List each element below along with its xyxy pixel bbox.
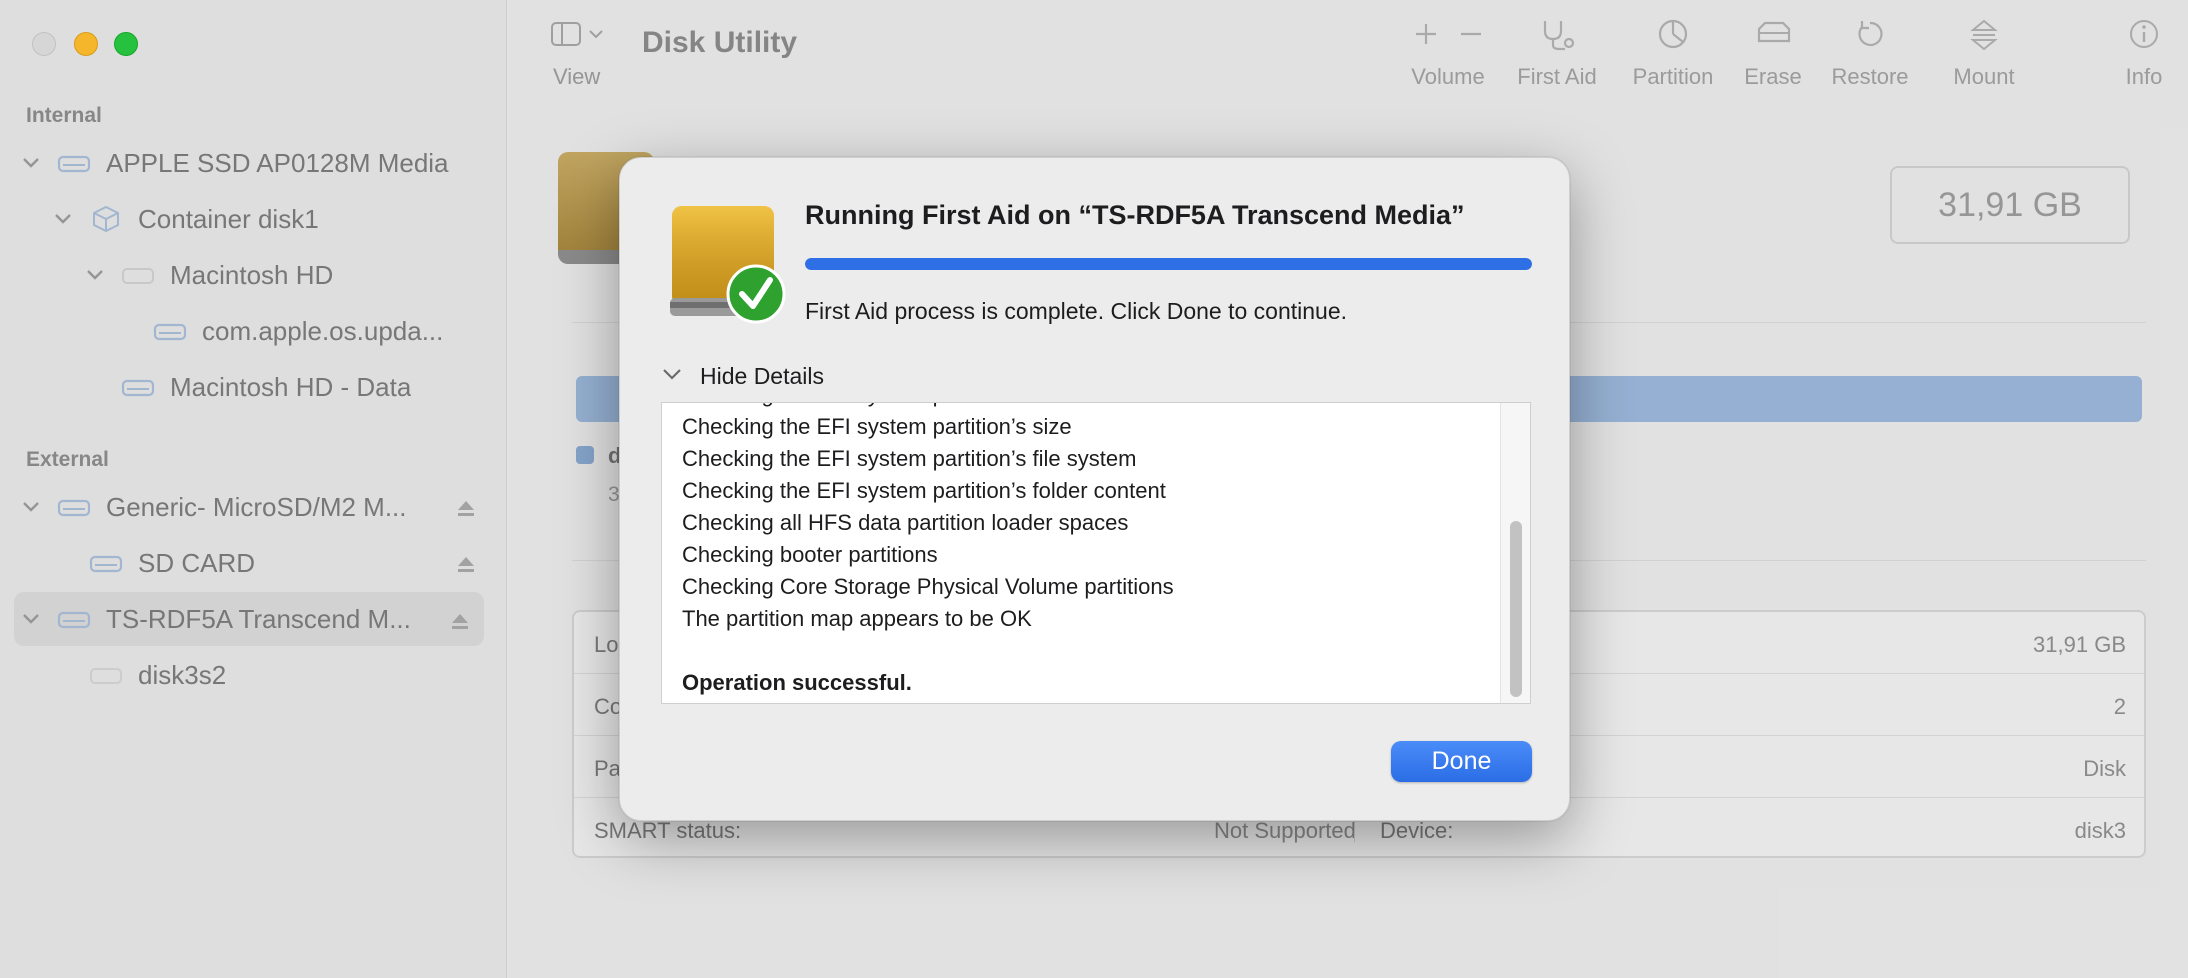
first-aid-dialog: Running First Aid on “TS-RDF5A Transcend… [619, 157, 1570, 821]
log-content: Checking the EFI system partition Checkin… [682, 403, 1490, 699]
log-line: Checking the EFI system partition’s size [682, 414, 1072, 439]
log-line: Checking the EFI system partition [682, 403, 1490, 411]
log-line: Checking all HFS data partition loader s… [682, 510, 1129, 535]
hide-details-toggle[interactable]: Hide Details [662, 358, 824, 394]
status-message: First Aid process is complete. Click Don… [805, 298, 1348, 324]
dialog-title: Running First Aid on “TS-RDF5A Transcend… [805, 200, 1465, 230]
details-log[interactable]: Checking the EFI system partition Checkin… [661, 402, 1531, 704]
log-line: Checking the EFI system partition’s file… [682, 446, 1137, 471]
progress-fill [805, 258, 1532, 270]
log-line: Checking Core Storage Physical Volume pa… [682, 574, 1174, 599]
done-button[interactable]: Done [1391, 741, 1532, 782]
scrollbar-thumb[interactable] [1510, 521, 1522, 697]
log-line: Operation successful. [682, 670, 912, 695]
log-line: The partition map appears to be OK [682, 606, 1032, 631]
log-line: Checking booter partitions [682, 542, 938, 567]
hide-details-label: Hide Details [700, 362, 824, 389]
chevron-down-icon [662, 367, 682, 386]
progress-bar [805, 258, 1532, 270]
drive-check-icon [664, 202, 786, 324]
scrollbar[interactable] [1500, 403, 1530, 703]
log-line: Checking the EFI system partition’s fold… [682, 478, 1166, 503]
